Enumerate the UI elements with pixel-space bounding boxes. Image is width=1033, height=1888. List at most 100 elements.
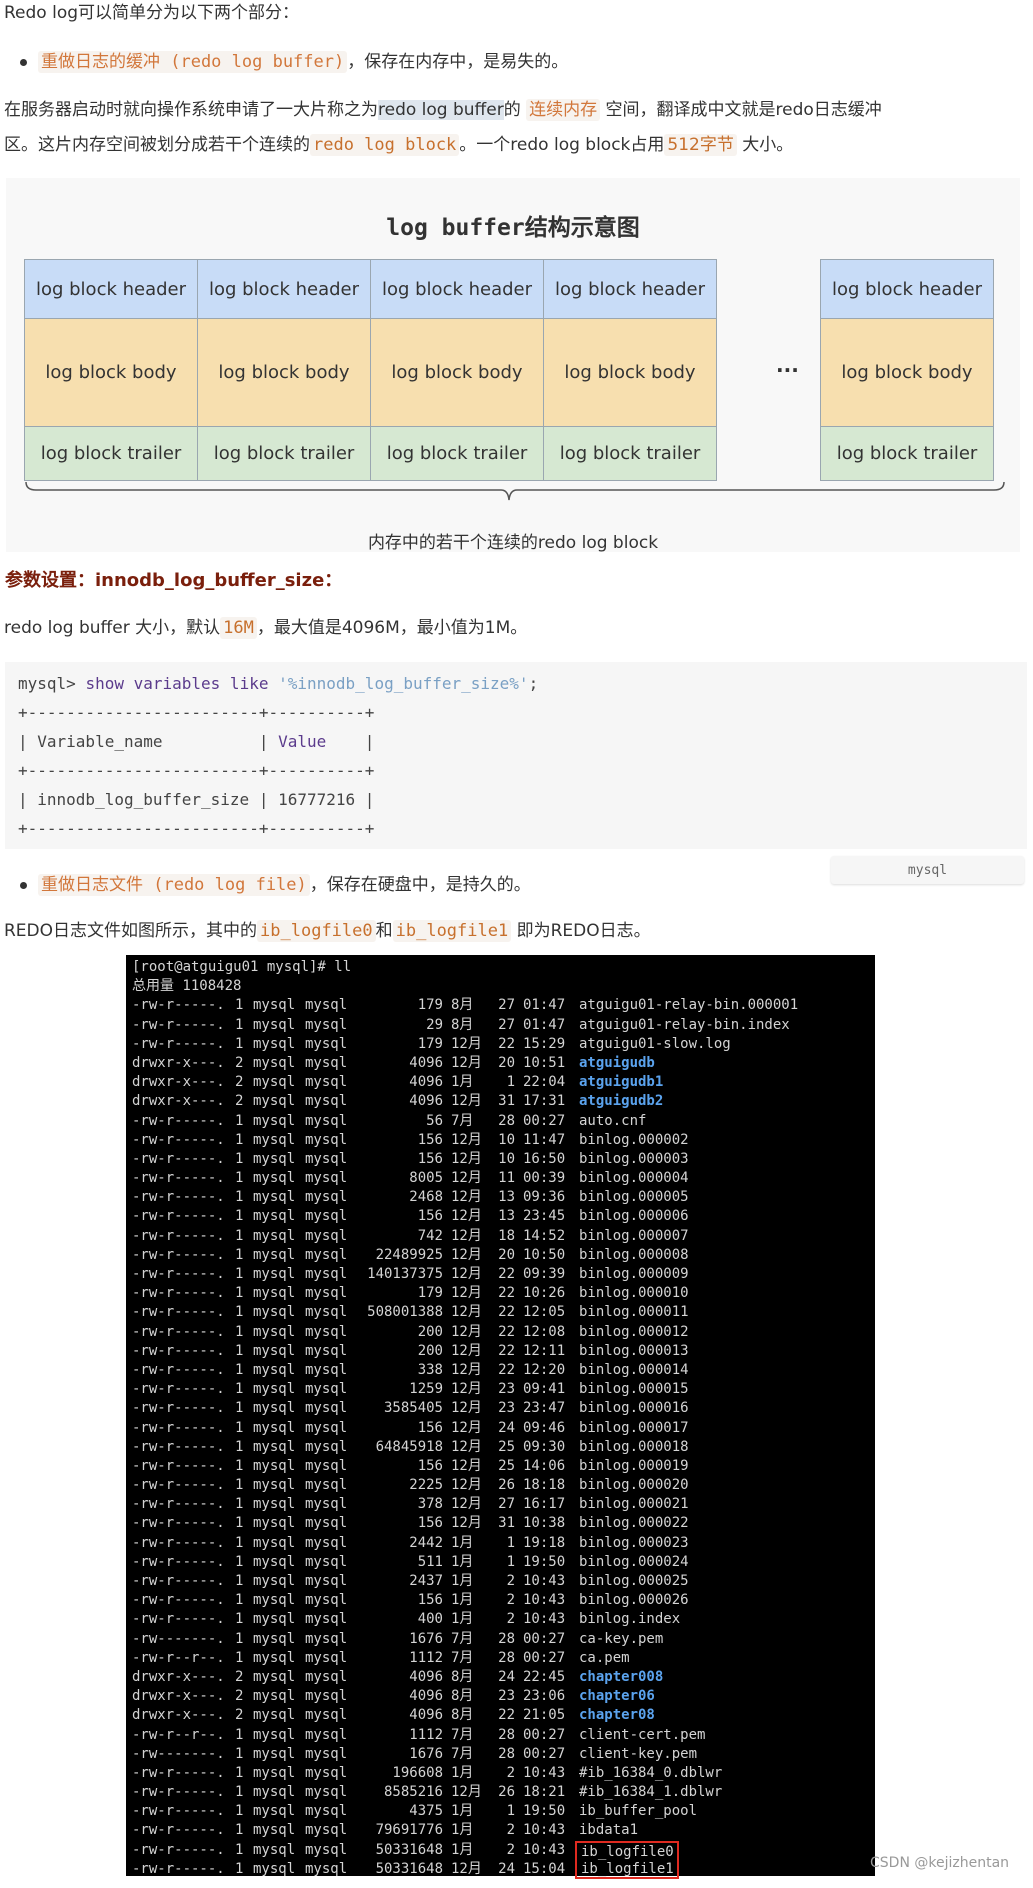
file-time: 10:51 — [523, 1054, 566, 1071]
file-size: 1676 — [409, 1745, 443, 1762]
file-size: 64845918 — [375, 1438, 443, 1455]
file-size: 79691776 — [375, 1822, 443, 1839]
keyword: show variables like — [85, 674, 269, 693]
file-day: 10 — [498, 1150, 515, 1167]
file-links: 1 — [235, 1803, 244, 1820]
file-links: 1 — [235, 1496, 244, 1513]
inline-code: 16M — [220, 617, 257, 639]
text: 和 — [375, 921, 393, 941]
file-name: binlog.000025 — [579, 1573, 689, 1589]
code-block[interactable]: mysql> show variables like '%innodb_log_… — [5, 662, 1027, 849]
code-line: | innodb_log_buffer_size | 16777216 | — [18, 790, 375, 809]
file-user: mysql — [253, 1745, 296, 1762]
log-block-trailer: log block trailer — [820, 426, 994, 481]
file-links: 1 — [235, 1611, 244, 1628]
file-perm: -rw-r-----. — [132, 1304, 225, 1321]
file-name: ib_buffer_pool — [579, 1803, 698, 1820]
file-name: binlog.000011 — [579, 1304, 689, 1321]
file-month: 12月 — [451, 1131, 482, 1148]
file-day: 26 — [498, 1477, 515, 1494]
file-name: binlog.000020 — [579, 1477, 689, 1494]
inline-code: 连续内存 — [526, 99, 601, 121]
terminal-file-row: -rw-r-----. 1 mysql mysql 200 12月 22 12:08 binlo… — [132, 1323, 875, 1342]
file-time: 12:08 — [523, 1323, 566, 1340]
file-time: 01:47 — [523, 1016, 566, 1033]
file-time: 14:52 — [523, 1227, 566, 1244]
file-day: 1 — [506, 1553, 515, 1570]
file-links: 1 — [235, 1860, 244, 1877]
file-month: 8月 — [451, 1707, 474, 1724]
inline-code: ib_logfile0 — [257, 920, 376, 942]
file-group: mysql — [305, 1841, 348, 1858]
file-group: mysql — [305, 1131, 348, 1148]
file-group: mysql — [305, 1553, 348, 1570]
terminal-file-row: -rw-r-----. 1 mysql mysql 400 1月 2 10:43 binlog.… — [132, 1610, 875, 1629]
file-name: binlog.000018 — [579, 1438, 689, 1455]
log-block-header: log block header — [543, 259, 717, 319]
file-month: 12月 — [451, 1496, 482, 1513]
file-day: 24 — [498, 1668, 515, 1685]
file-perm: -rw-r-----. — [132, 1323, 225, 1340]
file-day: 28 — [498, 1112, 515, 1129]
file-size: 29 — [426, 1016, 443, 1033]
file-perm: -rw-r--r--. — [132, 1649, 225, 1666]
file-links: 2 — [235, 1054, 244, 1071]
file-name: ibdata1 — [579, 1822, 639, 1839]
file-month: 12月 — [451, 1170, 482, 1187]
file-user: mysql — [253, 1611, 296, 1628]
file-links: 1 — [235, 1784, 244, 1801]
file-group: mysql — [305, 1822, 348, 1839]
terminal-file-row: -rw-r-----. 1 mysql mysql 742 12月 18 14:52 binlo… — [132, 1227, 875, 1246]
text: 在服务器启动时就向操作系统申请了一大片称之为 — [4, 100, 378, 120]
file-size: 4096 — [409, 1054, 443, 1071]
file-time: 22:45 — [523, 1668, 566, 1685]
file-month: 12月 — [451, 1457, 482, 1474]
file-group: mysql — [305, 1457, 348, 1474]
file-user: mysql — [253, 1400, 296, 1417]
file-perm: -rw-r-----. — [132, 1515, 225, 1532]
file-name: chapter008 — [579, 1668, 664, 1685]
file-links: 1 — [235, 1592, 244, 1609]
text: 即为REDO日志。 — [516, 921, 651, 941]
file-perm: -rw-r-----. — [132, 1131, 225, 1148]
file-perm: -rw-r-----. — [132, 1496, 225, 1513]
file-time: 00:27 — [523, 1112, 566, 1129]
file-time: 12:11 — [523, 1342, 566, 1359]
file-perm: drwxr-x---. — [132, 1074, 225, 1091]
file-group: mysql — [305, 1323, 348, 1340]
file-user: mysql — [253, 1630, 296, 1647]
file-links: 1 — [235, 1841, 244, 1858]
file-name: binlog.000004 — [579, 1170, 689, 1187]
file-group: mysql — [305, 997, 348, 1014]
file-user: mysql — [253, 1438, 296, 1455]
text: REDO日志文件如图所示，其中的 — [4, 921, 258, 941]
file-perm: -rw-r-----. — [132, 1534, 225, 1551]
file-size: 4096 — [409, 1688, 443, 1705]
file-name: atguigu01-relay-bin.index — [579, 1016, 790, 1033]
file-perm: -rw-r-----. — [132, 1170, 225, 1187]
terminal-file-row: -rw-r-----. 1 mysql mysql 156 12月 10 11:47 binlo… — [132, 1131, 875, 1150]
file-month: 8月 — [451, 1016, 474, 1033]
file-name: binlog.000005 — [579, 1189, 689, 1206]
file-name: binlog.000013 — [579, 1342, 689, 1359]
terminal-file-row: drwxr-x---. 2 mysql mysql 4096 12月 20 10:51 atgu… — [132, 1054, 875, 1073]
file-size: 1259 — [409, 1381, 443, 1398]
file-name: binlog.000009 — [579, 1266, 689, 1282]
log-block-trailer: log block trailer — [370, 426, 544, 481]
file-time: 19:18 — [523, 1534, 566, 1551]
file-time: 10:43 — [523, 1592, 566, 1609]
file-day: 23 — [498, 1688, 515, 1705]
file-user: mysql — [253, 1150, 296, 1167]
file-name: ca.pem — [579, 1649, 630, 1666]
file-day: 28 — [498, 1745, 515, 1762]
file-group: mysql — [305, 1304, 348, 1321]
file-name: binlog.000016 — [579, 1400, 689, 1417]
file-perm: drwxr-x---. — [132, 1054, 225, 1071]
terminal-file-row: -rw-r-----. 1 mysql mysql 156 12月 13 23:45 binlo… — [132, 1207, 875, 1226]
log-block-body: log block body — [543, 318, 717, 427]
file-size: 4096 — [409, 1707, 443, 1724]
file-month: 12月 — [451, 1227, 482, 1244]
file-group: mysql — [305, 1054, 348, 1071]
file-size: 378 — [417, 1496, 443, 1513]
file-name: binlog.000002 — [579, 1131, 689, 1148]
